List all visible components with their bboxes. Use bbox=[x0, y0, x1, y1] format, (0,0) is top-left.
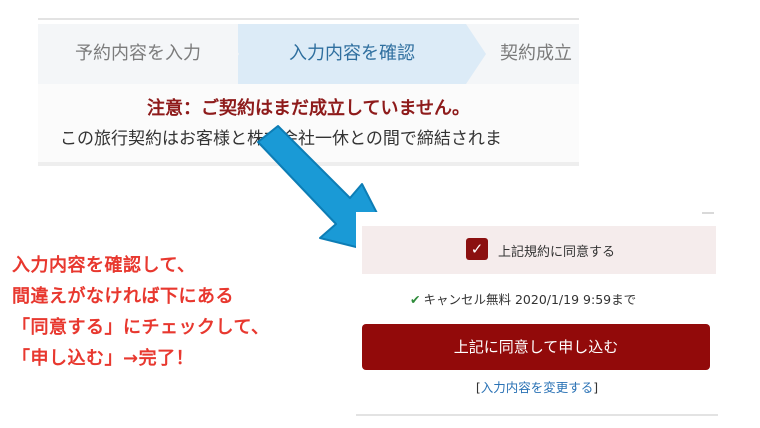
notice-title: 注意：ご契約はまだ成立していません。 bbox=[147, 98, 470, 119]
bracket-close: ] bbox=[593, 380, 599, 395]
instruction-line: 「申し込む」→完了！ bbox=[12, 348, 195, 369]
change-input-row: [入力内容を変更する] bbox=[356, 377, 718, 396]
progress-steps: 予約内容を入力 入力内容を確認 契約成立 bbox=[38, 24, 579, 84]
check-icon: ✔ bbox=[410, 292, 421, 307]
change-input-link[interactable]: 入力内容を変更する bbox=[481, 380, 594, 395]
instruction-line: 「同意する」にチェックして、 bbox=[12, 317, 270, 338]
free-cancel-info: ✔ キャンセル無料 2020/1/19 9:59まで bbox=[410, 289, 636, 308]
handwritten-instructions: 入力内容を確認して、 間違えがなければ下にある 「同意する」にチェックして、 「… bbox=[12, 250, 357, 374]
agree-label[interactable]: 上記規約に同意する bbox=[498, 241, 615, 260]
instruction-line: 入力内容を確認して、 bbox=[12, 255, 196, 276]
instruction-line: 間違えがなければ下にある bbox=[12, 286, 234, 307]
free-cancel-text: キャンセル無料 2020/1/19 9:59まで bbox=[423, 292, 637, 307]
booking-confirm-form: ✓ 上記規約に同意する ✔ キャンセル無料 2020/1/19 9:59まで 上記… bbox=[356, 212, 718, 416]
agree-checkbox[interactable]: ✓ bbox=[466, 238, 488, 260]
agree-terms-row[interactable]: ✓ 上記規約に同意する bbox=[362, 226, 716, 274]
step-complete: 契約成立 bbox=[500, 43, 572, 64]
step-input: 予約内容を入力 bbox=[38, 24, 239, 84]
divider bbox=[356, 414, 718, 416]
step-confirm-active: 入力内容を確認 bbox=[238, 24, 486, 84]
divider bbox=[38, 18, 579, 20]
divider bbox=[702, 212, 714, 214]
agree-submit-button[interactable]: 上記に同意して申し込む bbox=[362, 324, 710, 370]
